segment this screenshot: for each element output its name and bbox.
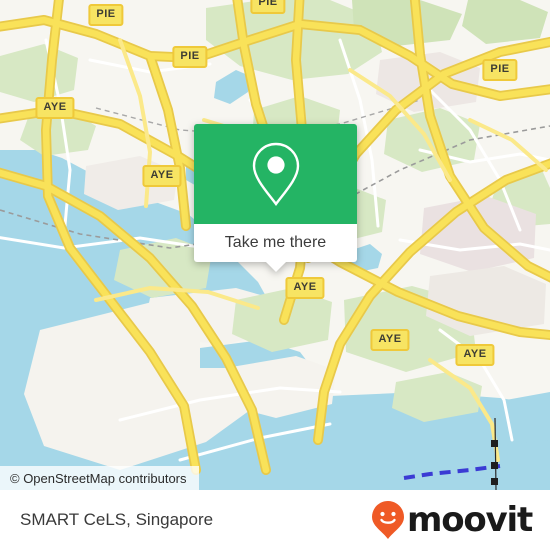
moovit-logo[interactable]: moovit bbox=[371, 500, 533, 540]
footer-bar: SMART CeLS, Singapore moovit bbox=[0, 490, 550, 550]
map-pin-icon bbox=[252, 142, 299, 206]
moovit-wordmark: moovit bbox=[406, 500, 533, 540]
map-canvas[interactable]: PIE PIE PIE PIE AYE AYE AYE AYE AYE Take… bbox=[0, 0, 550, 490]
popup-footer[interactable]: Take me there bbox=[194, 224, 357, 272]
popup-image-header bbox=[194, 124, 357, 224]
road-shield-pie-4: PIE bbox=[482, 59, 518, 81]
road-shield-pie-1: PIE bbox=[88, 4, 124, 26]
road-shield-pie-2: PIE bbox=[172, 46, 208, 68]
map-attribution[interactable]: © OpenStreetMap contributors bbox=[0, 466, 199, 490]
map-screenshot-root: PIE PIE PIE PIE AYE AYE AYE AYE AYE Take… bbox=[0, 0, 550, 550]
road-shield-aye-4: AYE bbox=[370, 329, 410, 351]
road-shield-aye-5: AYE bbox=[455, 344, 495, 366]
popup-tail-pointer bbox=[264, 261, 287, 272]
road-shield-aye-1: AYE bbox=[35, 97, 75, 119]
road-shield-aye-2: AYE bbox=[142, 165, 182, 187]
place-title: SMART CeLS, Singapore bbox=[20, 510, 214, 529]
map-popup-card[interactable]: Take me there bbox=[194, 124, 357, 272]
moovit-pin-icon bbox=[371, 501, 404, 539]
road-shield-aye-3: AYE bbox=[285, 277, 325, 299]
take-me-there-label: Take me there bbox=[224, 234, 327, 251]
road-shield-pie-3: PIE bbox=[250, 0, 286, 14]
